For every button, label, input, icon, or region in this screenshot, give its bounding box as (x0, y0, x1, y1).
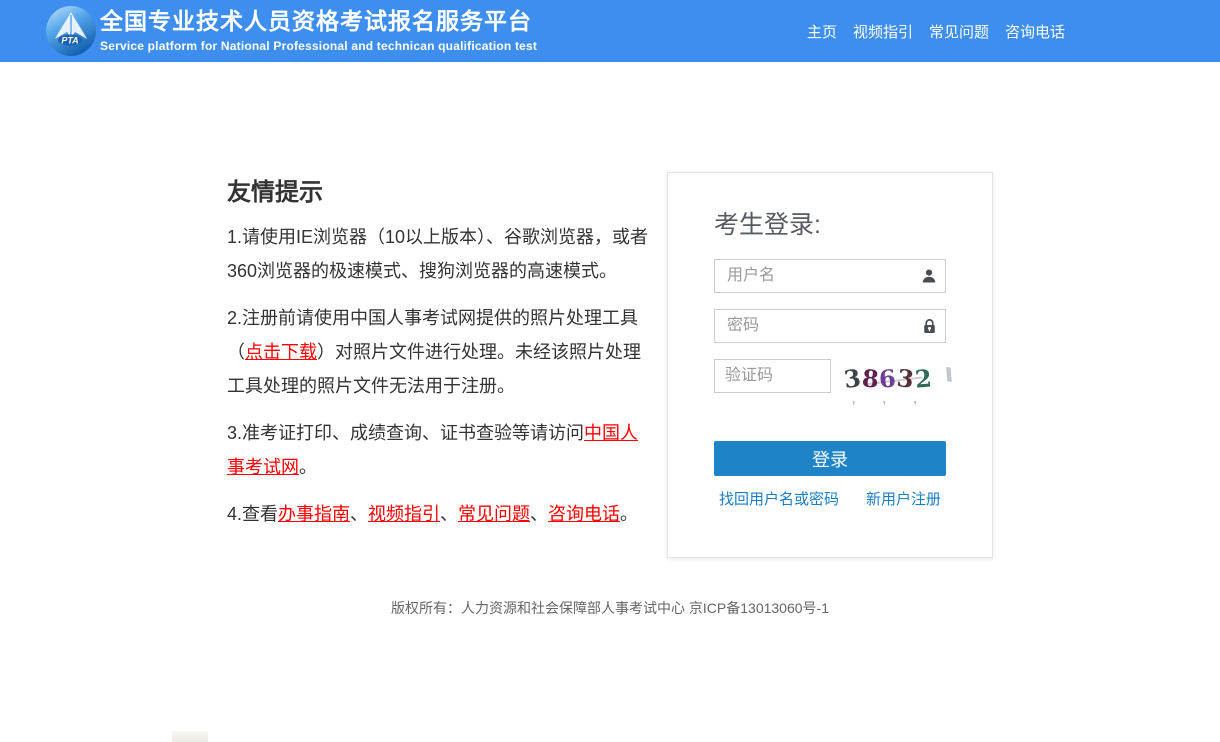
captcha-digits: 3 8 6 3 2 (840, 361, 946, 392)
video-guide-red-link[interactable]: 视频指引 (368, 504, 440, 524)
login-button[interactable]: 登录 (714, 441, 946, 476)
header-titles: 全国专业技术人员资格考试报名服务平台 Service platform for … (100, 8, 537, 53)
header-nav: 主页 视频指引 常见问题 咨询电话 (807, 0, 1065, 62)
password-field-wrapper (714, 309, 946, 343)
lock-icon (922, 318, 937, 334)
tip-item-4: 4.查看办事指南、视频指引、常见问题、咨询电话。 (227, 497, 653, 531)
username-input[interactable] (714, 259, 946, 293)
pta-logo-globe-icon: PTA (45, 5, 97, 57)
nav-video-guide-link[interactable]: 视频指引 (853, 21, 913, 42)
password-input[interactable] (714, 309, 946, 343)
captcha-digit: 6 (879, 365, 897, 392)
captcha-image[interactable]: 3 8 6 3 2 \\ , , , (840, 361, 946, 403)
nav-faq-link[interactable]: 常见问题 (929, 21, 989, 42)
copyright-text: 版权所有：人力资源和社会保障部人事考试中心 京ICP备13013060号-1 (391, 600, 829, 616)
tip-1-text: 1.请使用IE浏览器（10以上版本）、谷歌浏览器，或者360浏览器的极速模式、搜… (227, 227, 648, 281)
service-guide-link[interactable]: 办事指南 (278, 504, 350, 524)
tip-item-2: 2.注册前请使用中国人事考试网提供的照片处理工具（点击下载）对照片文件进行处理。… (227, 301, 653, 403)
captcha-digit: 3 (842, 365, 862, 393)
login-links-row: 找回用户名或密码 新用户注册 (714, 488, 946, 509)
svg-text:PTA: PTA (61, 36, 78, 46)
captcha-row: 3 8 6 3 2 \\ , , , (714, 359, 946, 403)
faq-red-link[interactable]: 常见问题 (458, 504, 530, 524)
tip-3-text-after: 。 (299, 457, 317, 477)
footer: 版权所有：人力资源和社会保障部人事考试中心 京ICP备13013060号-1 (0, 598, 1220, 618)
captcha-noise-strokes: \\ (944, 365, 951, 387)
site-title: 全国专业技术人员资格考试报名服务平台 (100, 8, 537, 34)
hotline-red-link[interactable]: 咨询电话 (548, 504, 620, 524)
tip-3-text-before: 3.准考证打印、成绩查询、证书查验等请访问 (227, 423, 584, 443)
pta-logo-icon[interactable]: PTA (45, 5, 97, 57)
login-title: 考生登录: (714, 205, 946, 241)
friendly-tips-section: 友情提示 1.请使用IE浏览器（10以上版本）、谷歌浏览器，或者360浏览器的极… (227, 172, 653, 544)
tip-item-3: 3.准考证打印、成绩查询、证书查验等请访问中国人事考试网。 (227, 416, 653, 484)
tip-4-text-before: 4.查看 (227, 504, 278, 524)
captcha-field-wrapper (714, 359, 831, 393)
captcha-input[interactable] (714, 359, 831, 393)
captcha-digit: 3 (895, 365, 915, 393)
candidate-login-panel: 考生登录: 3 8 6 3 (667, 172, 993, 558)
new-user-register-link[interactable]: 新用户注册 (866, 488, 941, 509)
tip-4-separator: 、 (530, 504, 548, 524)
tip-item-1: 1.请使用IE浏览器（10以上版本）、谷歌浏览器，或者360浏览器的极速模式、搜… (227, 220, 653, 288)
photo-tool-download-link[interactable]: 点击下载 (245, 342, 317, 362)
user-icon (921, 268, 937, 284)
forgot-credentials-link[interactable]: 找回用户名或密码 (719, 488, 839, 509)
tip-4-separator: 、 (350, 504, 368, 524)
username-field-wrapper (714, 259, 946, 293)
captcha-digit: 8 (861, 365, 880, 392)
nav-hotline-link[interactable]: 咨询电话 (1005, 21, 1065, 42)
nav-home-link[interactable]: 主页 (807, 21, 837, 42)
captcha-tick-marks: , , , (852, 392, 929, 406)
tip-4-text-after: 。 (620, 504, 638, 524)
main-content: 友情提示 1.请使用IE浏览器（10以上版本）、谷歌浏览器，或者360浏览器的极… (227, 172, 993, 558)
site-subtitle: Service platform for National Profession… (100, 39, 537, 53)
tips-heading: 友情提示 (227, 172, 653, 207)
captcha-digit: 2 (914, 365, 933, 392)
tip-4-separator: 、 (440, 504, 458, 524)
cropped-toast-artifact (172, 731, 208, 742)
header: PTA 全国专业技术人员资格考试报名服务平台 Service platform … (0, 0, 1220, 62)
